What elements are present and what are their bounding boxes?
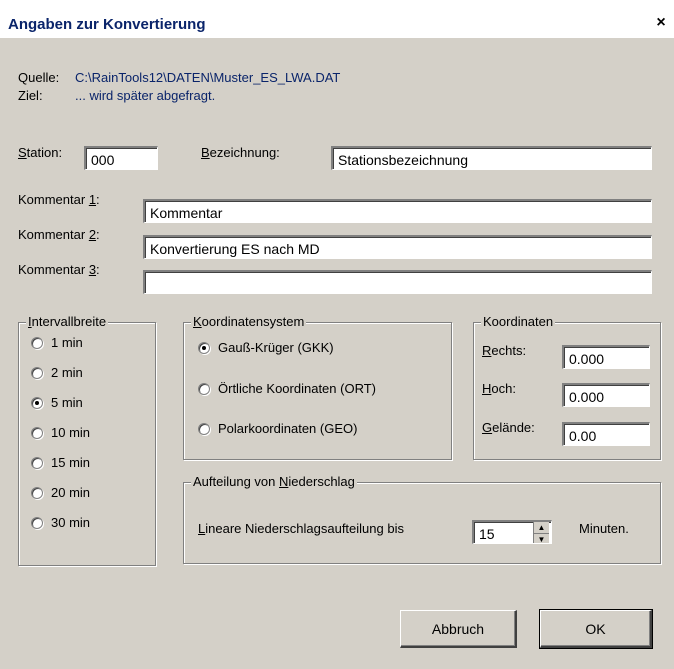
coordinates-group-title: Koordinaten: [481, 314, 556, 329]
radio-button[interactable]: [31, 486, 43, 499]
window-title: Angaben zur Konvertierung: [8, 16, 206, 33]
radio-button[interactable]: [198, 422, 210, 435]
radio-button-selected[interactable]: [31, 396, 43, 409]
interval-option-30[interactable]: 30 min: [31, 515, 90, 530]
interval-option-20[interactable]: 20 min: [31, 485, 90, 500]
comment-3-input[interactable]: [143, 270, 652, 294]
comment-2-input[interactable]: Konvertierung ES nach MD: [143, 235, 652, 259]
precip-group: Aufteilung von Niederschlag Lineare Nied…: [183, 474, 661, 564]
close-icon[interactable]: ×: [652, 14, 670, 32]
station-label: Station:: [18, 145, 63, 160]
interval-option-5[interactable]: 5 min: [31, 395, 83, 410]
radio-button[interactable]: [31, 366, 43, 379]
precip-unit: Minuten.: [579, 521, 629, 536]
coord-option-gkk[interactable]: Gauß-Krüger (GKK): [198, 340, 334, 355]
precip-group-title: Aufteilung von Niederschlag: [191, 474, 357, 489]
precip-value: 15: [479, 526, 495, 542]
coord-system-group-title: Koordinatensystem: [191, 314, 307, 329]
radio-button[interactable]: [31, 456, 43, 469]
interval-group: Intervallbreite 1 min 2 min 5 min 10 min…: [18, 314, 156, 566]
radio-button-selected[interactable]: [198, 341, 210, 354]
target-value: ... wird später abgefragt.: [75, 88, 216, 103]
source-path: C:\RainTools12\DATEN\Muster_ES_LWA.DAT: [75, 70, 341, 85]
comment-2-label: Kommentar 2:: [18, 227, 100, 242]
interval-option-10[interactable]: 10 min: [31, 425, 90, 440]
source-label: Quelle:: [18, 70, 60, 85]
gelaende-input[interactable]: 0.00: [562, 422, 650, 446]
precip-label: Lineare Niederschlagsaufteilung bis: [198, 521, 404, 536]
coord-option-geo[interactable]: Polarkoordinaten (GEO): [198, 421, 357, 436]
bezeichnung-label: Bezeichnung:: [201, 145, 280, 160]
hoch-input[interactable]: 0.000: [562, 383, 650, 407]
interval-option-2[interactable]: 2 min: [31, 365, 83, 380]
coordinates-group: Koordinaten Rechts: 0.000 Hoch: 0.000 Ge…: [473, 314, 661, 460]
station-input[interactable]: 000: [84, 146, 158, 170]
conversion-dialog: Angaben zur Konvertierung × Quelle: C:\R…: [0, 0, 674, 669]
radio-button[interactable]: [198, 382, 210, 395]
coord-option-ort[interactable]: Örtliche Koordinaten (ORT): [198, 381, 376, 396]
spin-up-icon[interactable]: ▲: [534, 522, 549, 534]
interval-group-title: Intervallbreite: [26, 314, 109, 329]
radio-button[interactable]: [31, 516, 43, 529]
interval-option-1[interactable]: 1 min: [31, 335, 83, 350]
hoch-label: Hoch:: [482, 381, 516, 396]
rechts-label: Rechts:: [482, 343, 527, 358]
precip-spinbox[interactable]: 15 ▲ ▼: [472, 520, 552, 544]
target-label: Ziel:: [18, 88, 43, 103]
radio-button[interactable]: [31, 426, 43, 439]
radio-button[interactable]: [31, 336, 43, 349]
comment-3-label: Kommentar 3:: [18, 262, 100, 277]
comment-1-input[interactable]: Kommentar: [143, 199, 652, 223]
bezeichnung-input[interactable]: Stationsbezeichnung: [331, 146, 652, 170]
coord-system-group: Koordinatensystem Gauß-Krüger (GKK) Örtl…: [183, 314, 452, 460]
gelaende-label: Gelände:: [482, 420, 535, 435]
spin-buttons[interactable]: ▲ ▼: [533, 522, 549, 543]
cancel-button[interactable]: Abbruch: [400, 610, 517, 648]
title-bar: Angaben zur Konvertierung ×: [0, 0, 674, 38]
ok-button[interactable]: OK: [539, 609, 653, 649]
spin-down-icon[interactable]: ▼: [534, 534, 549, 543]
rechts-input[interactable]: 0.000: [562, 345, 650, 369]
interval-option-15[interactable]: 15 min: [31, 455, 90, 470]
comment-1-label: Kommentar 1:: [18, 192, 100, 207]
